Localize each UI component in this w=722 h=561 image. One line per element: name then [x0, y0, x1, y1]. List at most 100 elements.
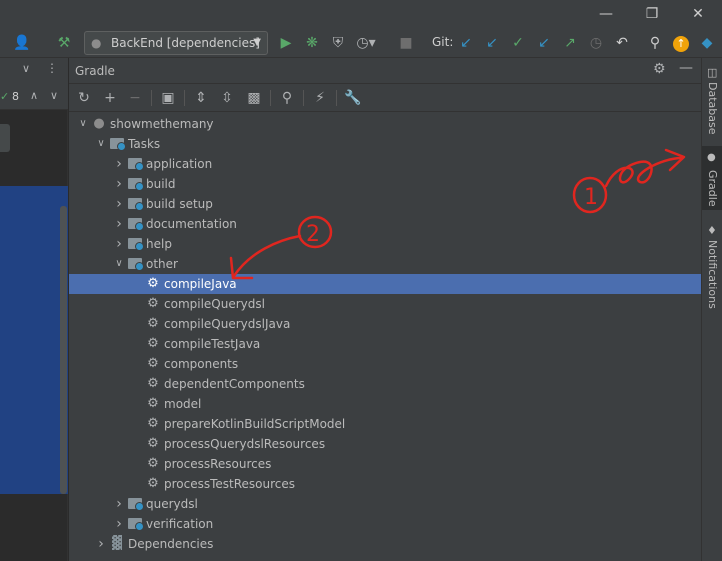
- chevron-right-icon[interactable]: ›: [113, 234, 125, 254]
- git-push-icon[interactable]: ↗: [560, 33, 580, 53]
- gear-icon[interactable]: ⚙: [653, 61, 666, 77]
- user-icon[interactable]: 👤▾: [12, 33, 32, 71]
- run-icon[interactable]: ▶: [276, 33, 296, 53]
- chevron-right-icon[interactable]: ›: [113, 494, 125, 514]
- hammer-icon[interactable]: ⚒: [54, 33, 74, 53]
- gradle-toolbar: ↻ + − ▣ ⇕ ⇳ ▩ ⚲ ⚡ 🔧: [69, 84, 701, 112]
- execute-task-icon[interactable]: ▣: [158, 88, 178, 108]
- tree-item-label: Tasks: [128, 137, 161, 151]
- toolbar-separator: [184, 90, 185, 106]
- tree-folder-item[interactable]: › build setup: [69, 194, 701, 214]
- chevron-down-icon: ▼: [253, 37, 261, 48]
- coverage-icon[interactable]: ⛨: [328, 33, 348, 53]
- update-badge-icon[interactable]: ↑: [671, 33, 691, 53]
- tree-folder-item[interactable]: ∨ other: [69, 254, 701, 274]
- toolbar-separator: [336, 90, 337, 106]
- tree-task-item[interactable]: ⚙ processQuerydslResources: [69, 434, 701, 454]
- tree-item-label: documentation: [146, 217, 237, 231]
- tree-task-item[interactable]: ⚙ compileQuerydsl: [69, 294, 701, 314]
- chevron-down-icon[interactable]: ∨: [77, 114, 89, 134]
- tree-folder-item[interactable]: › ▓ Dependencies: [69, 534, 701, 554]
- tree-folder-item[interactable]: ∨ ● showmethemany: [69, 114, 701, 134]
- tree-task-item[interactable]: ⚙ compileJava: [69, 274, 701, 294]
- restore-icon[interactable]: ❐: [642, 4, 662, 24]
- tree-item-label: Dependencies: [128, 537, 214, 551]
- toggle-offline-icon[interactable]: ⚡: [310, 88, 330, 108]
- task-folder-icon: [127, 174, 144, 194]
- gradle-tool-window: Gradle ⚙ — ↻ + − ▣ ⇕ ⇳ ▩ ⚲ ⚡ 🔧 ∨ ● showmet…: [69, 58, 701, 561]
- chevron-right-icon[interactable]: ›: [95, 534, 107, 554]
- profile-icon[interactable]: ◷▾: [356, 33, 376, 53]
- minimize-icon[interactable]: —: [596, 4, 616, 24]
- chevron-right-icon[interactable]: ›: [113, 154, 125, 174]
- tab-gradle[interactable]: ● Gradle: [702, 146, 722, 210]
- expand-all-icon[interactable]: ⇕: [191, 88, 211, 108]
- editor-tab-bar: ∨ ⋮: [0, 58, 68, 84]
- tree-folder-item[interactable]: › querydsl: [69, 494, 701, 514]
- tree-item-label: showmethemany: [110, 117, 214, 131]
- chevron-down-icon[interactable]: ∨: [22, 62, 30, 75]
- git-label: Git:: [432, 35, 454, 49]
- gear-icon: ⚙: [147, 296, 159, 311]
- run-configuration-select[interactable]: ● BackEnd [dependencies] ▼: [84, 31, 268, 55]
- tree-task-item[interactable]: ⚙ processResources: [69, 454, 701, 474]
- remove-icon[interactable]: −: [125, 88, 145, 108]
- tree-folder-item[interactable]: › documentation: [69, 214, 701, 234]
- task-folder-icon: [127, 234, 144, 254]
- chevron-right-icon[interactable]: ›: [113, 194, 125, 214]
- git-history-icon[interactable]: ◷: [586, 33, 606, 53]
- chevron-right-icon[interactable]: ›: [113, 174, 125, 194]
- hide-icon[interactable]: —: [679, 60, 693, 76]
- tree-folder-item[interactable]: › verification: [69, 514, 701, 534]
- more-icon[interactable]: ⋮: [46, 61, 58, 75]
- toolbar-separator: [270, 90, 271, 106]
- chevron-down-icon[interactable]: ∨: [50, 89, 58, 102]
- reload-icon[interactable]: ↻: [74, 88, 94, 108]
- tree-item-label: other: [146, 257, 178, 271]
- tree-folder-item[interactable]: › help: [69, 234, 701, 254]
- chevron-up-icon[interactable]: ∧: [30, 89, 38, 102]
- collapse-all-icon[interactable]: ⇳: [217, 88, 237, 108]
- chevron-right-icon[interactable]: ›: [113, 514, 125, 534]
- tree-task-item[interactable]: ⚙ dependentComponents: [69, 374, 701, 394]
- tree-task-item[interactable]: ⚙ processTestResources: [69, 474, 701, 494]
- tree-task-item[interactable]: ⚙ components: [69, 354, 701, 374]
- tree-task-item[interactable]: ⚙ prepareKotlinBuildScriptModel: [69, 414, 701, 434]
- tree-item-label: components: [164, 357, 239, 371]
- tree-task-item[interactable]: ⚙ compileQuerydslJava: [69, 314, 701, 334]
- tree-folder-item[interactable]: ∨ Tasks: [69, 134, 701, 154]
- tree-item-label: model: [164, 397, 202, 411]
- chevron-right-icon[interactable]: ›: [113, 214, 125, 234]
- tab-notifications[interactable]: ♦ Notifications: [702, 222, 722, 312]
- tree-folder-item[interactable]: › build: [69, 174, 701, 194]
- analyze-dependencies-icon[interactable]: ⚲: [277, 88, 297, 108]
- add-icon[interactable]: +: [100, 88, 120, 108]
- task-folder-icon: [127, 154, 144, 174]
- tree-task-item[interactable]: ⚙ model: [69, 394, 701, 414]
- debug-icon[interactable]: ❋: [302, 33, 322, 53]
- chevron-down-icon[interactable]: ∨: [95, 134, 107, 154]
- close-icon[interactable]: ✕: [688, 4, 708, 24]
- git-pull-icon[interactable]: ↙: [482, 33, 502, 53]
- tree-folder-item[interactable]: › application: [69, 154, 701, 174]
- git-commit-icon[interactable]: ✓: [508, 33, 528, 53]
- stop-icon[interactable]: ■: [396, 33, 416, 53]
- group-modules-icon[interactable]: ▩: [244, 88, 264, 108]
- tree-task-item[interactable]: ⚙ compileTestJava: [69, 334, 701, 354]
- toolbox-icon[interactable]: ◆: [697, 33, 717, 53]
- tree-item-label: help: [146, 237, 172, 251]
- build-tool-settings-icon[interactable]: 🔧: [343, 88, 363, 108]
- undo-icon[interactable]: ↶: [612, 33, 632, 53]
- gradle-header: Gradle ⚙ —: [69, 58, 701, 84]
- tab-database[interactable]: ◫ Database: [702, 64, 722, 142]
- editor-field[interactable]: [0, 124, 10, 152]
- git-fetch-icon[interactable]: ↙: [534, 33, 554, 53]
- gear-icon: ⚙: [147, 316, 159, 331]
- task-folder-icon: [127, 514, 144, 534]
- gradle-elephant-icon: ●: [93, 116, 105, 131]
- git-update-icon[interactable]: ↙: [456, 33, 476, 53]
- tree-item-label: compileJava: [164, 277, 237, 291]
- editor-scrollbar[interactable]: [60, 206, 67, 494]
- chevron-down-icon[interactable]: ∨: [113, 254, 125, 274]
- search-icon[interactable]: ⚲: [645, 33, 665, 53]
